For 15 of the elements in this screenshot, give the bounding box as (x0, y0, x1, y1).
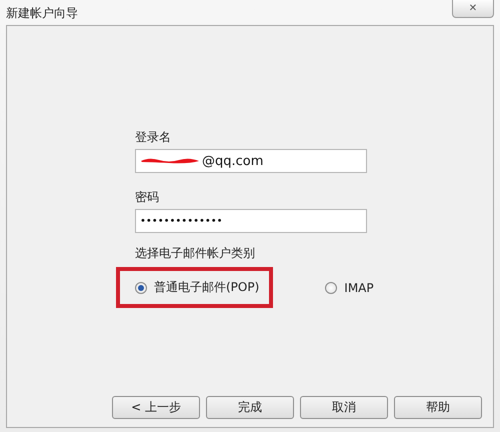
window-title: 新建帐户向导 (6, 5, 78, 22)
field-label: 登录名 (135, 129, 172, 145)
field-label: 密码 (135, 189, 160, 205)
dialog-button[interactable]: 帮助 (394, 396, 482, 419)
close-button[interactable]: ✕ (452, 0, 494, 18)
radio-label[interactable]: IMAP (344, 280, 374, 294)
radio-button[interactable] (135, 282, 147, 294)
input-field[interactable]: @qq.com (135, 149, 367, 173)
dialog-button[interactable]: 取消 (300, 396, 388, 419)
dialog-button[interactable]: 完成 (206, 396, 294, 419)
password-field[interactable]: •••••••••••••• (135, 209, 367, 233)
radio-label[interactable]: 普通电子邮件(POP) (154, 279, 260, 296)
field-label: 选择电子邮件帐户类别 (135, 245, 256, 261)
radio-button[interactable] (325, 282, 338, 294)
dialog-button[interactable]: < 上一步 (112, 396, 200, 419)
